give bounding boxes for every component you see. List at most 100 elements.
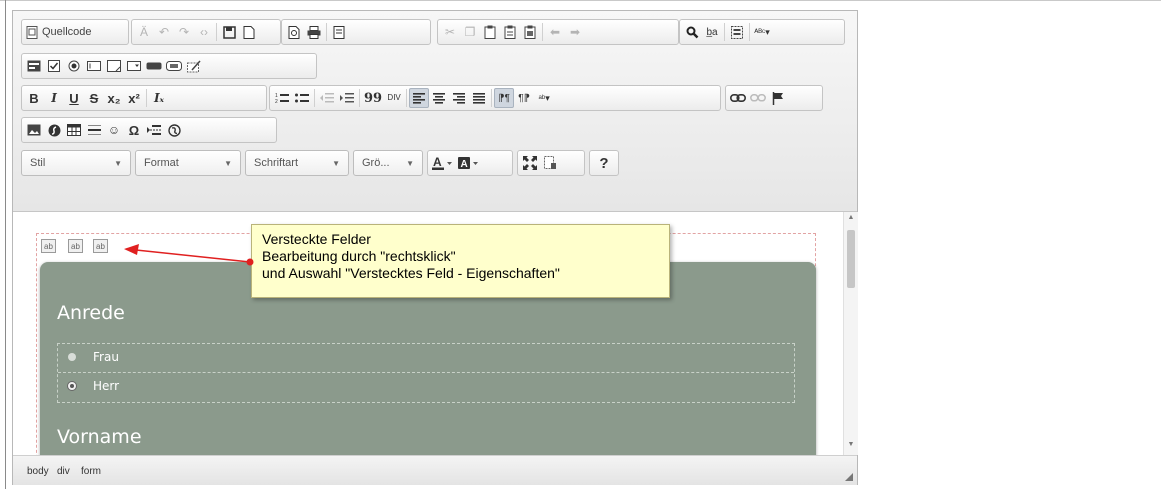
forward-icon[interactable]: ➡	[565, 22, 585, 42]
forms-group	[21, 53, 317, 79]
radio-option-herr[interactable]: Herr	[58, 373, 794, 402]
find-icon[interactable]	[682, 22, 702, 42]
radio-button-selected[interactable]	[67, 381, 77, 391]
document-group	[281, 19, 431, 45]
remove-format-button[interactable]: Iₓ	[149, 88, 169, 108]
underline-button[interactable]: U	[64, 88, 84, 108]
separator	[491, 89, 493, 107]
maximize-icon[interactable]	[520, 153, 540, 173]
hidden-field-marker[interactable]: ab	[41, 239, 56, 253]
radio-icon[interactable]	[64, 56, 84, 76]
source-button[interactable]: Quellcode	[24, 22, 94, 42]
checkbox-icon[interactable]	[44, 56, 64, 76]
help-button[interactable]: ?	[594, 153, 614, 173]
scroll-thumb[interactable]	[847, 230, 855, 288]
superscript-button[interactable]: x²	[124, 88, 144, 108]
copy-icon[interactable]: ❐	[460, 22, 480, 42]
cut-icon[interactable]: ✂	[440, 22, 460, 42]
path-item-div[interactable]: div	[57, 466, 70, 477]
outdent-icon[interactable]	[317, 88, 337, 108]
links-group	[725, 85, 823, 111]
preview-icon[interactable]	[284, 22, 304, 42]
format-combo[interactable]: Format ▼	[135, 150, 241, 176]
template-icon[interactable]: Ä	[134, 22, 154, 42]
select-icon[interactable]	[124, 56, 144, 76]
blockquote-button[interactable]: 99	[362, 88, 384, 108]
anchor-flag-icon[interactable]	[768, 88, 788, 108]
templates-icon[interactable]	[329, 22, 349, 42]
rtl-icon[interactable]: ¶⁋	[514, 88, 534, 108]
strike-button[interactable]: S	[84, 88, 104, 108]
textfield-icon[interactable]	[84, 56, 104, 76]
font-combo-label: Schriftart	[254, 157, 299, 169]
align-right-icon[interactable]	[449, 88, 469, 108]
font-combo[interactable]: Schriftart ▼	[245, 150, 349, 176]
scroll-up-icon[interactable]: ▲	[844, 214, 858, 224]
resize-handle[interactable]	[845, 473, 853, 481]
back-icon[interactable]: ⬅	[545, 22, 565, 42]
hidden-field-icon[interactable]	[184, 56, 204, 76]
image-button-icon[interactable]	[164, 56, 184, 76]
indent-icon[interactable]	[337, 88, 357, 108]
iframe-icon[interactable]	[164, 120, 184, 140]
select-all-icon[interactable]	[727, 22, 747, 42]
style-combo[interactable]: Stil ▼	[21, 150, 131, 176]
paste-icon[interactable]	[480, 22, 500, 42]
code-icon[interactable]: ‹›	[194, 22, 214, 42]
insert-group: ☺ Ω	[21, 117, 277, 143]
size-combo[interactable]: Grö... ▼	[353, 150, 423, 176]
numbered-list-icon[interactable]: 12	[272, 88, 292, 108]
image-icon[interactable]	[24, 120, 44, 140]
annotation-callout: Versteckte Felder Bearbeitung durch "rec…	[251, 224, 670, 298]
italic-button[interactable]: I	[44, 88, 64, 108]
chevron-down-icon: ▼	[406, 158, 414, 168]
link-icon[interactable]	[728, 88, 748, 108]
source-label: Quellcode	[42, 26, 92, 38]
align-left-icon[interactable]	[409, 88, 430, 108]
print-icon[interactable]	[304, 22, 324, 42]
text-color-button[interactable]: A	[430, 153, 456, 173]
ltr-icon[interactable]: ⁋¶	[494, 88, 515, 108]
textarea-icon[interactable]	[104, 56, 124, 76]
bg-color-button[interactable]: A	[456, 153, 482, 173]
save-icon[interactable]	[219, 22, 239, 42]
bold-button[interactable]: B	[24, 88, 44, 108]
paragraph-group: 12 99 DIV ⁋¶ ¶⁋ ᵃᵇ▾	[269, 85, 721, 111]
subscript-button[interactable]: x₂	[104, 88, 124, 108]
redo-icon[interactable]: ↷	[174, 22, 194, 42]
radio-button[interactable]	[68, 353, 76, 361]
flash-icon[interactable]	[44, 120, 64, 140]
button-icon[interactable]	[144, 56, 164, 76]
show-blocks-icon[interactable]	[540, 153, 560, 173]
horizontal-rule-icon[interactable]	[84, 120, 104, 140]
form-icon[interactable]	[24, 56, 44, 76]
vertical-scrollbar[interactable]: ▲ ▼	[843, 212, 858, 455]
path-item-body[interactable]: body	[27, 466, 49, 477]
replace-icon[interactable]: b̲a	[702, 22, 722, 42]
path-item-form[interactable]: form	[81, 466, 101, 477]
paste-text-icon[interactable]	[500, 22, 520, 42]
callout-line-2: Bearbeitung durch "rechtsklick"	[262, 248, 456, 264]
creatediv-icon[interactable]: DIV	[384, 88, 404, 108]
hidden-field-marker[interactable]: ab	[68, 239, 83, 253]
undo-icon[interactable]: ↶	[154, 22, 174, 42]
smiley-icon[interactable]: ☺	[104, 120, 124, 140]
separator	[406, 89, 408, 107]
align-center-icon[interactable]	[429, 88, 449, 108]
callout-line-3: und Auswahl "Verstecktes Feld - Eigensch…	[262, 265, 560, 281]
pagebreak-icon[interactable]	[144, 120, 164, 140]
radio-option-frau[interactable]: Frau	[58, 344, 794, 373]
paste-word-icon[interactable]	[520, 22, 540, 42]
language-icon[interactable]: ᵃᵇ▾	[534, 88, 554, 108]
hidden-field-marker[interactable]: ab	[93, 239, 108, 253]
unlink-icon[interactable]	[748, 88, 768, 108]
label-salutation: Anrede	[57, 302, 125, 324]
spellcheck-icon[interactable]: ᴬᴮᶜ▾	[752, 22, 772, 42]
bulleted-list-icon[interactable]	[292, 88, 312, 108]
table-icon[interactable]	[64, 120, 84, 140]
chevron-down-icon: ▼	[114, 158, 122, 168]
special-char-icon[interactable]: Ω	[124, 120, 144, 140]
scroll-down-icon[interactable]: ▼	[844, 441, 858, 451]
new-page-icon[interactable]	[239, 22, 259, 42]
align-justify-icon[interactable]	[469, 88, 489, 108]
